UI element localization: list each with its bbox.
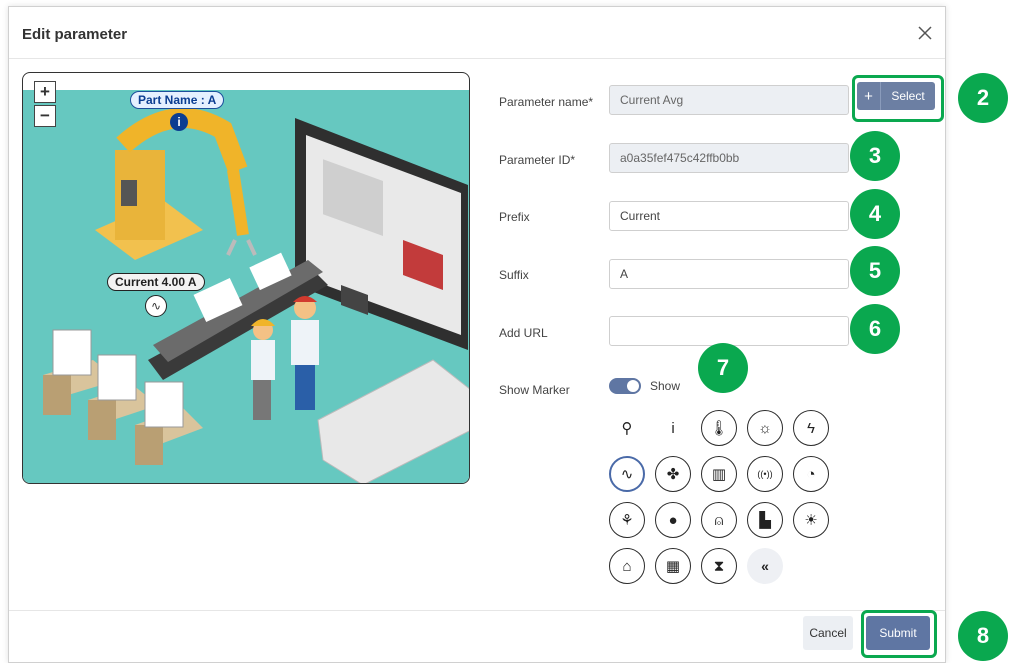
- dialog-title: Edit parameter: [22, 26, 128, 43]
- callout-4: 4: [850, 189, 900, 239]
- solar-panel-icon[interactable]: ☀: [793, 502, 829, 538]
- building-icon[interactable]: ▥: [701, 456, 737, 492]
- add-url-label: Add URL: [499, 326, 548, 340]
- cancel-button[interactable]: Cancel: [803, 616, 853, 650]
- pulse-marker-icon[interactable]: ∿: [145, 295, 167, 317]
- edit-parameter-dialog: Edit parameter + − Part Name: A i Curre…: [8, 6, 946, 663]
- dialog-footer: [9, 610, 945, 611]
- show-marker-label: Show Marker: [499, 383, 570, 397]
- warehouse-icon[interactable]: ⌂: [609, 548, 645, 584]
- suffix-input[interactable]: A: [609, 259, 849, 289]
- hourglass-icon[interactable]: ⧗: [701, 548, 737, 584]
- show-marker-toggle-text: Show: [650, 379, 681, 393]
- map-pin-icon[interactable]: ⚲: [609, 410, 645, 446]
- info-icon[interactable]: i: [170, 113, 188, 131]
- factory-scene-art: [43, 108, 469, 483]
- add-url-input[interactable]: [609, 316, 849, 346]
- zoom-out-button[interactable]: −: [34, 105, 56, 127]
- prefix-input[interactable]: Current: [609, 201, 849, 231]
- info-icon[interactable]: i: [655, 410, 691, 446]
- callout-6: 6: [850, 304, 900, 354]
- lightning-icon[interactable]: ϟ: [793, 410, 829, 446]
- pallet-icon[interactable]: ▦: [655, 548, 691, 584]
- submit-highlight-box: [861, 610, 937, 658]
- parameter-name-label: Parameter name*: [499, 95, 594, 109]
- fan-icon[interactable]: ✤: [655, 456, 691, 492]
- plant-icon[interactable]: ⚘: [609, 502, 645, 538]
- collapse-icon[interactable]: «: [747, 548, 783, 584]
- callout-8: 8: [958, 611, 1008, 661]
- part-name-label[interactable]: Part Name : A: [130, 91, 225, 109]
- current-value-label[interactable]: Current 4.00 A: [107, 273, 205, 291]
- factory-icon[interactable]: ▙: [747, 502, 783, 538]
- callout-5: 5: [850, 246, 900, 296]
- suffix-label: Suffix: [499, 268, 529, 282]
- parameter-id-field: a0a35fef475c42ffb0bb: [609, 143, 849, 173]
- parameter-name-field[interactable]: Current Avg: [609, 85, 849, 115]
- select-highlight-box: [852, 75, 944, 122]
- pulse-icon[interactable]: ∿: [609, 456, 645, 492]
- callout-3: 3: [850, 131, 900, 181]
- sun-icon[interactable]: ☼: [747, 410, 783, 446]
- signal-icon[interactable]: ((•)): [747, 456, 783, 492]
- show-marker-toggle[interactable]: [609, 378, 641, 394]
- factory-illustration: [23, 90, 469, 483]
- prefix-label: Prefix: [499, 210, 530, 224]
- dialog-header: Edit parameter: [9, 7, 945, 59]
- thermometer-icon[interactable]: 🌡: [701, 410, 737, 446]
- callout-7: 7: [698, 343, 748, 393]
- close-icon[interactable]: [915, 23, 935, 43]
- alarm-light-icon[interactable]: ⍝: [701, 502, 737, 538]
- zoom-in-button[interactable]: +: [34, 81, 56, 103]
- gauge-icon[interactable]: ◔: [793, 456, 829, 492]
- callout-2: 2: [958, 73, 1008, 123]
- water-drop-icon[interactable]: ●: [655, 502, 691, 538]
- parameter-id-label: Parameter ID*: [499, 153, 576, 167]
- preview-panel: + − Part Name : A i Current 4.00 A ∿: [22, 72, 470, 484]
